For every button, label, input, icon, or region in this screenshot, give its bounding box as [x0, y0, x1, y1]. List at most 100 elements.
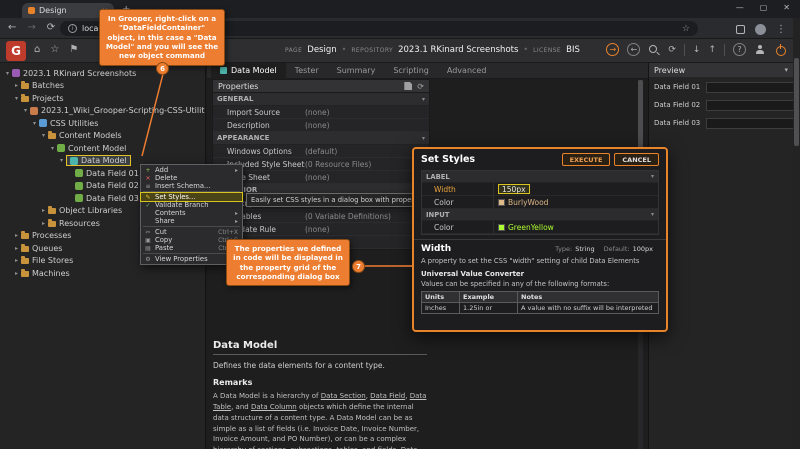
callout-6: In Grooper, right-click on a "DataFieldC…	[99, 9, 225, 66]
execute-button[interactable]: EXECUTE	[562, 153, 611, 166]
flag-icon[interactable]: ⚑	[69, 44, 78, 55]
chevron-right-icon[interactable]: ▸	[12, 270, 21, 277]
menu-item-delete[interactable]: ✕Delete	[141, 174, 242, 182]
profile-avatar[interactable]	[755, 24, 766, 35]
documentation: Data Model Defines the data elements for…	[213, 340, 427, 449]
upload-icon[interactable]: ↑	[708, 45, 716, 55]
properties-section-general[interactable]: GENERAL▾	[213, 93, 429, 106]
save-icon[interactable]	[404, 82, 412, 90]
menu-item-validate-branch[interactable]: ✓Validate Branch	[141, 201, 242, 209]
dialog-row-color[interactable]: ColorGreenYellow	[422, 221, 658, 234]
browser-back-icon[interactable]: ←	[8, 22, 16, 33]
repository-value: 2023.1 RKinard Screenshots	[398, 45, 518, 55]
preview-field-input[interactable]	[706, 82, 800, 93]
chevron-right-icon[interactable]: ▸	[39, 220, 48, 227]
tree-item-css-utilities[interactable]: ▾CSS Utilities	[0, 117, 205, 130]
tab-tester[interactable]: Tester	[286, 63, 328, 79]
bookmark-icon[interactable]: ☆	[50, 44, 59, 55]
menu-item-insert-schema[interactable]: ≡Insert Schema...	[141, 182, 242, 190]
dialog-value-editor[interactable]: 150px	[498, 184, 530, 194]
callout-7: The properties we defined in code will b…	[226, 239, 350, 286]
chevron-right-icon[interactable]: ▸	[39, 207, 48, 214]
doc-link[interactable]: Data Column	[251, 403, 297, 411]
tab-summary[interactable]: Summary	[328, 63, 385, 79]
scrollbar-thumb[interactable]	[794, 58, 799, 146]
doc-link[interactable]: Data Field	[370, 392, 405, 400]
converter-title: Universal Value Converter	[421, 270, 659, 278]
tab-advanced[interactable]: Advanced	[438, 63, 496, 79]
chevron-right-icon[interactable]: ▸	[12, 232, 21, 239]
tree-item-2023-1-wiki-grooper-scripting-css-utilities-projects[interactable]: ▾2023.1_Wiki_Grooper-Scripting-CSS-Utili…	[0, 105, 205, 118]
tree-item-machines[interactable]: ▸Machines	[0, 267, 205, 280]
dialog-row-width[interactable]: Width150px	[422, 183, 658, 196]
site-info-icon[interactable]: i	[68, 24, 77, 33]
tree-item-label: Batches	[32, 81, 64, 90]
refresh-icon[interactable]: ⟳	[668, 45, 676, 55]
browser-reload-icon[interactable]: ⟳	[47, 22, 55, 33]
menu-item-cut[interactable]: ✂CutCtrl+X	[141, 228, 242, 236]
download-icon[interactable]: ↓	[693, 45, 701, 55]
tree-item-batches[interactable]: ▸ Batches	[0, 80, 205, 93]
dialog-section-label[interactable]: LABEL▾	[422, 171, 658, 183]
chevron-down-icon[interactable]: ▾	[12, 95, 21, 102]
dialog-section-input[interactable]: INPUT▾	[422, 209, 658, 221]
home-icon[interactable]: ⌂	[34, 44, 40, 55]
properties-section-appearance[interactable]: APPEARANCE▾	[213, 132, 429, 145]
nav-forward-circle-icon[interactable]: →	[606, 43, 619, 56]
window-close-icon[interactable]: ✕	[783, 3, 790, 12]
tree-item-2023-1-rkinard-screenshots[interactable]: ▾2023.1 RKinard Screenshots	[0, 67, 205, 80]
extensions-icon[interactable]	[736, 25, 745, 34]
preview-chevron-icon[interactable]: ▾	[784, 66, 788, 74]
chevron-down-icon[interactable]: ▾	[57, 157, 66, 164]
property-row-validate-rule[interactable]: Validate Rule(none)	[213, 223, 429, 236]
dialog-row-color[interactable]: ColorBurlyWood	[422, 196, 658, 209]
menu-item-add[interactable]: +Add▸	[141, 166, 242, 174]
folder-icon	[21, 233, 29, 239]
converter-cell: A value with no suffix will be interpret…	[518, 303, 659, 314]
window-scrollbar[interactable]	[793, 18, 800, 449]
chevron-down-icon[interactable]: ▾	[39, 132, 48, 139]
menu-item-share[interactable]: Share▸	[141, 217, 242, 225]
bookmark-star-icon[interactable]: ☆	[682, 24, 690, 34]
user-icon[interactable]	[754, 44, 766, 56]
data-field-icon	[75, 182, 83, 190]
menu-item-set-styles[interactable]: ✎Set Styles...	[141, 193, 242, 201]
property-row-included-style-sheets[interactable]: Included Style Sheets(0 Resource Files)	[213, 158, 429, 171]
chevron-down-icon[interactable]: ▾	[3, 70, 12, 77]
property-row-style-sheet[interactable]: Style Sheet(none)	[213, 171, 429, 184]
browser-forward-icon[interactable]: →	[27, 22, 35, 33]
property-row-windows-options[interactable]: Windows Options(default)	[213, 145, 429, 158]
power-icon[interactable]	[774, 44, 786, 56]
window-minimize-icon[interactable]: —	[736, 3, 744, 12]
doc-link[interactable]: Data Section	[321, 392, 366, 400]
chevron-down-icon[interactable]: ▾	[48, 145, 57, 152]
detail-property-name: Width	[421, 244, 555, 254]
tree-item-content-model[interactable]: ▾Content Model	[0, 142, 205, 155]
refresh-properties-icon[interactable]: ⟳	[417, 82, 424, 91]
tab-scripting[interactable]: Scripting	[384, 63, 438, 79]
nav-back-circle-icon[interactable]: ←	[627, 43, 640, 56]
chevron-right-icon[interactable]: ▸	[12, 257, 21, 264]
data-field-icon	[75, 169, 83, 177]
chevron-down-icon[interactable]: ▾	[30, 120, 39, 127]
property-row-import-source[interactable]: Import Source(none)	[213, 106, 429, 119]
page-label: PAGE	[285, 47, 302, 54]
tree-item-content-models[interactable]: ▾Content Models	[0, 130, 205, 143]
chevron-down-icon[interactable]: ▾	[21, 107, 30, 114]
window-maximize-icon[interactable]: ▢	[760, 3, 768, 12]
preview-fields: Data Field 01Data Field 02Data Field 03	[649, 79, 793, 131]
cancel-button[interactable]: CANCEL	[614, 153, 659, 166]
property-row-variables[interactable]: Variables(0 Variable Definitions)	[213, 210, 429, 223]
chevron-right-icon[interactable]: ▸	[12, 82, 21, 89]
menu-item-label: Copy	[155, 236, 215, 244]
preview-field-input[interactable]	[706, 118, 800, 129]
preview-field-input[interactable]	[706, 100, 800, 111]
browser-menu-icon[interactable]: ⋮	[776, 24, 786, 35]
chevron-right-icon[interactable]: ▸	[12, 245, 21, 252]
help-icon[interactable]: ?	[733, 43, 746, 56]
grooper-logo[interactable]: G	[6, 41, 26, 61]
menu-item-contents[interactable]: Contents▸	[141, 209, 242, 217]
tree-item-projects[interactable]: ▾Projects	[0, 92, 205, 105]
search-icon[interactable]	[648, 44, 660, 56]
property-row-description[interactable]: Description(none)	[213, 119, 429, 132]
